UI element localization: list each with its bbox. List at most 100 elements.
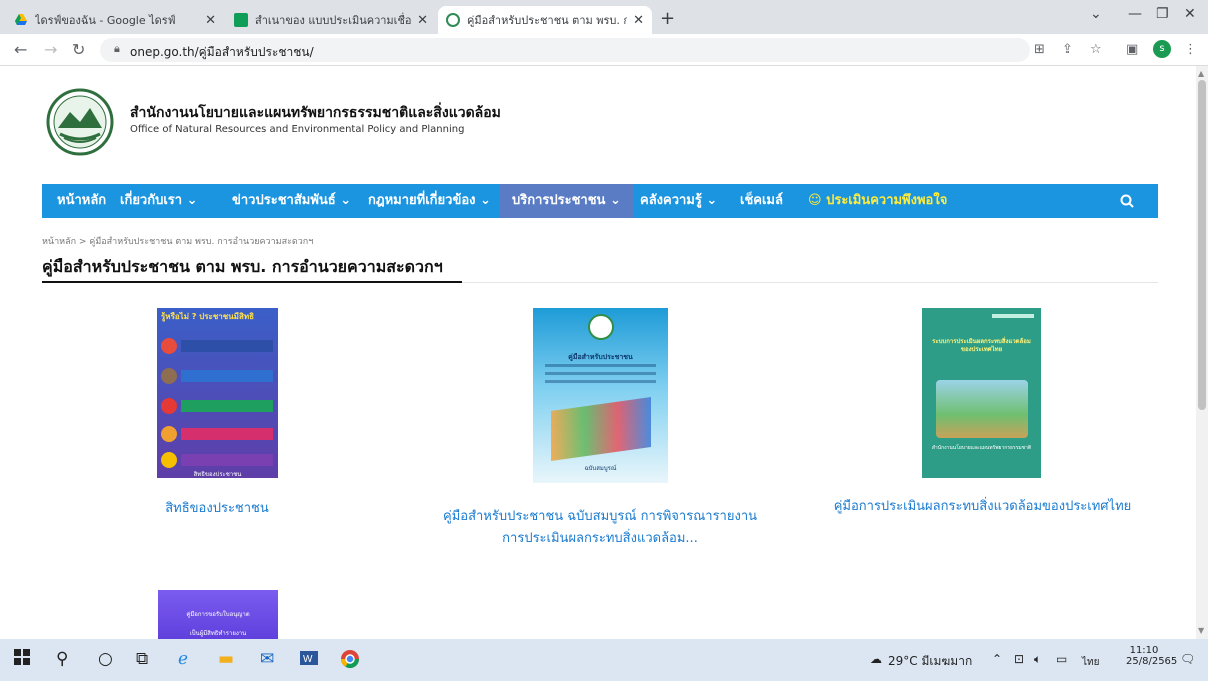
card-title-link[interactable]: สิทธิของประชาชน (100, 498, 334, 520)
address-bar[interactable]: 🔒︎ onep.go.th/คู่มือสำหรับประชาชน/ (100, 38, 1030, 62)
internet-explorer-icon[interactable]: ℯ (178, 649, 188, 669)
cover-heading: รู้หรือไม่ ? ประชาชนมีสิทธิ (161, 312, 254, 321)
chrome-icon[interactable] (340, 649, 360, 674)
cover-heading: ระบบการประเมินผลกระทบสิ่งแวดล้อม ของประเ… (932, 338, 1031, 353)
card-title-text: สิทธิของประชาชน (165, 501, 269, 516)
org-name-thai: สำนักงานนโยบายและแผนทรัพยากรธรรมชาติและส… (130, 105, 501, 121)
weather-icon[interactable]: ☁ (870, 652, 882, 666)
tab-title: คู่มือสำหรับประชาชน ตาม พรบ. การอำ (467, 14, 628, 27)
scroll-up-icon[interactable]: ▲ (1198, 69, 1204, 78)
cover-illustration (161, 426, 177, 442)
card-title-text: การประเมินผลกระทบสิ่งแวดล้อม... (502, 531, 698, 546)
nav-item-home[interactable]: หน้าหลัก (57, 184, 106, 218)
browser-tab[interactable]: ไดรฟ์ของฉัน - Google ไดรฟ์ ✕ (6, 6, 224, 34)
browser-tab-strip: ไดรฟ์ของฉัน - Google ไดรฟ์ ✕ สำเนาของ แบ… (0, 0, 1208, 34)
nav-item-checkmail[interactable]: เช็คเมล์ (740, 184, 783, 218)
cover-illustration (551, 396, 651, 462)
cortana-icon[interactable]: ○ (98, 649, 113, 669)
tab-search-icon[interactable]: ⌄ (1090, 6, 1102, 22)
side-panel-icon[interactable]: ▣ (1126, 42, 1138, 57)
cover-heading: คู่มือการขอรับใบอนุญาต (186, 611, 250, 618)
cover-footer: สำนักงานนโยบายและแผนทรัพยากรธรรมชาติ (931, 445, 1032, 451)
browser-toolbar: ← → ↻ 🔒︎ onep.go.th/คู่มือสำหรับประชาชน/… (0, 34, 1208, 66)
url-text: onep.go.th/คู่มือสำหรับประชาชน/ (130, 45, 314, 59)
lock-icon: 🔒︎ (114, 42, 120, 55)
notification-icon[interactable]: 🗨︎ (1180, 652, 1195, 666)
bookmark-star-icon[interactable]: ☆ (1090, 42, 1102, 57)
menu-icon[interactable]: ⋮ (1184, 42, 1197, 57)
nav-item-knowledge[interactable]: คลังความรู้ ⌄ (640, 184, 717, 218)
windows-start-icon[interactable] (14, 649, 30, 670)
back-icon[interactable]: ← (14, 40, 27, 59)
close-window-button[interactable]: ✕ (1184, 6, 1196, 22)
scrollbar-thumb[interactable] (1198, 80, 1206, 410)
card-cover-image[interactable]: คู่มือการขอรับใบอนุญาต เป็นผู้มีสิทธิทำร… (158, 590, 278, 639)
share-icon[interactable]: ⇪ (1062, 42, 1073, 57)
cover-tag (992, 314, 1034, 318)
svg-text:W: W (303, 654, 313, 665)
search-icon[interactable]: ⚲ (56, 649, 68, 669)
close-icon[interactable]: ✕ (633, 13, 644, 28)
browser-tab[interactable]: สำเนาของ แบบประเมินความเชื่อมั่นของ ✕ (226, 6, 436, 34)
chevron-up-icon[interactable]: ⌃ (992, 652, 1002, 666)
language-indicator[interactable]: ไทย (1082, 655, 1099, 670)
cover-illustration (161, 452, 177, 468)
onep-favicon-icon (446, 13, 460, 27)
tab-title: สำเนาของ แบบประเมินความเชื่อมั่นของ (255, 14, 412, 27)
cover-band (181, 454, 273, 466)
network-icon[interactable]: ⊡ (1014, 652, 1024, 666)
avatar[interactable]: s (1153, 40, 1171, 58)
cover-illustration (161, 338, 177, 354)
org-name-english: Office of Natural Resources and Environm… (130, 124, 465, 135)
cover-text-line (545, 380, 656, 383)
close-icon[interactable]: ✕ (205, 13, 216, 28)
minimize-button[interactable]: — (1128, 6, 1142, 22)
close-icon[interactable]: ✕ (417, 13, 428, 28)
google-forms-icon (234, 13, 248, 27)
browser-tab-active[interactable]: คู่มือสำหรับประชาชน ตาม พรบ. การอำ ✕ (438, 6, 652, 34)
new-tab-button[interactable]: + (660, 8, 675, 29)
cover-logo (588, 314, 614, 340)
clock-date: 25/8/2565 (1126, 656, 1178, 667)
translate-icon[interactable]: ⊞ (1034, 42, 1045, 57)
nav-item-satisfaction[interactable]: ☺ ประเมินความพึงพอใจ (808, 184, 947, 218)
cover-text-line (545, 372, 656, 375)
card-title-link[interactable]: คู่มือการประเมินผลกระทบสิ่งแวดล้อมของประ… (810, 496, 1155, 518)
cover-footer: เป็นผู้มีสิทธิทำรายงาน (189, 630, 247, 637)
scroll-down-icon[interactable]: ▼ (1198, 626, 1204, 635)
onep-logo (46, 88, 114, 156)
search-icon[interactable] (1120, 184, 1134, 218)
title-underline (42, 281, 462, 283)
cover-footer: ฉบับสมบูรณ์ (584, 465, 617, 472)
word-icon[interactable]: W (300, 649, 318, 672)
card-title-text: คู่มือสำหรับประชาชน ฉบับสมบูรณ์ การพิจาร… (443, 509, 757, 524)
cover-illustration (161, 368, 177, 384)
restore-button[interactable]: ❐ (1156, 6, 1169, 22)
page-scrollbar[interactable]: ▲ ▼ (1196, 66, 1208, 639)
forward-icon[interactable]: → (44, 40, 57, 59)
cover-band (181, 370, 273, 382)
cover-band (181, 400, 273, 412)
nav-item-services[interactable]: บริการประชาชน ⌄ (500, 184, 633, 218)
clock[interactable]: 11:10 25/8/2565 (1126, 645, 1177, 667)
page-title: คู่มือสำหรับประชาชน ตาม พรบ. การอำนวยควา… (42, 257, 443, 276)
weather-status[interactable]: 29°C มีเมฆมาก (888, 652, 972, 671)
nav-item-news[interactable]: ข่าวประชาสัมพันธ์ ⌄ (232, 184, 351, 218)
cover-footer: สิทธิของประชาชน (193, 471, 242, 478)
battery-icon[interactable]: ▭ (1056, 652, 1067, 666)
card-cover-image[interactable]: ระบบการประเมินผลกระทบสิ่งแวดล้อม ของประเ… (922, 308, 1041, 478)
nav-item-laws[interactable]: กฎหมายที่เกี่ยวข้อง ⌄ (368, 184, 491, 218)
volume-icon[interactable]: 🔈︎ (1034, 652, 1041, 667)
task-view-icon[interactable]: ⧉ (136, 649, 148, 669)
card-cover-image[interactable]: รู้หรือไม่ ? ประชาชนมีสิทธิ สิทธิของประช… (157, 308, 278, 478)
clock-time: 11:10 (1129, 645, 1159, 656)
cover-band (181, 428, 273, 440)
card-cover-image[interactable]: คู่มือสำหรับประชาชน ฉบับสมบูรณ์ (533, 308, 668, 483)
card-title-link[interactable]: คู่มือสำหรับประชาชน ฉบับสมบูรณ์ การพิจาร… (420, 506, 780, 550)
nav-item-about[interactable]: เกี่ยวกับเรา ⌄ (120, 184, 198, 218)
reload-icon[interactable]: ↻ (72, 40, 85, 59)
cover-band (181, 340, 273, 352)
mail-icon[interactable]: ✉ (260, 649, 274, 669)
cover-text-line (545, 364, 656, 367)
file-explorer-icon[interactable]: ▬ (218, 649, 234, 669)
